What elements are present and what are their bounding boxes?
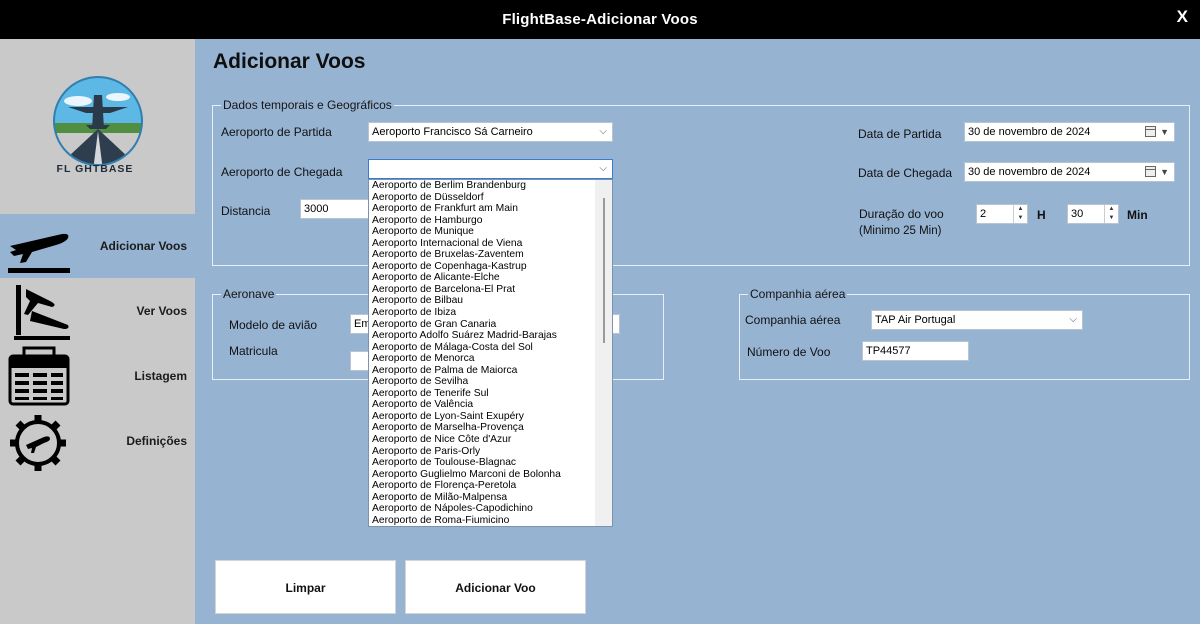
- arrival-date-label: Data de Chegada: [858, 166, 953, 180]
- arrival-airport-label: Aeroporto de Chegada: [221, 165, 343, 179]
- nav-adicionar-voos[interactable]: Adicionar Voos: [0, 214, 195, 278]
- arrival-airport-select[interactable]: ⌵: [368, 159, 613, 179]
- dropdown-option[interactable]: Aeroporto de Frankfurt am Main: [369, 203, 612, 215]
- chevron-down-icon: ⌵: [1069, 314, 1077, 325]
- stepper-up-icon[interactable]: ▲: [1014, 205, 1027, 214]
- logo-text: FL GHTBASE: [56, 163, 134, 175]
- departure-date-picker[interactable]: 30 de novembro de 2024 ▼: [964, 122, 1175, 142]
- departure-date-value: 30 de novembro de 2024: [968, 126, 1091, 138]
- duration-minutes-stepper[interactable]: 30 ▲ ▼: [1067, 204, 1119, 224]
- stepper-up-icon[interactable]: ▲: [1105, 205, 1118, 214]
- dropdown-option[interactable]: Aeroporto Guglielmo Marconi de Bolonha: [369, 469, 612, 481]
- dropdown-option[interactable]: Aeroporto de Copenhaga-Kastrup: [369, 261, 612, 273]
- nav-ver-voos[interactable]: Ver Voos: [0, 279, 195, 343]
- gear-airplane-icon: [10, 415, 66, 471]
- dropdown-option[interactable]: Aeroporto de Bilbau: [369, 295, 612, 307]
- dropdown-option[interactable]: Aeroporto de Gran Canaria: [369, 319, 612, 331]
- flight-number-input[interactable]: TP44577: [862, 341, 969, 361]
- departure-board-icon: [8, 346, 70, 406]
- departure-date-label: Data de Partida: [858, 127, 942, 141]
- clear-button[interactable]: Limpar: [215, 560, 396, 614]
- airline-label: Companhia aérea: [745, 313, 841, 327]
- duration-hours-stepper[interactable]: 2 ▲ ▼: [976, 204, 1028, 224]
- dropdown-option[interactable]: Aeroporto de Menorca: [369, 353, 612, 365]
- airplane-landing-icon: [14, 285, 70, 340]
- window-title: FlightBase-Adicionar Voos: [502, 11, 698, 28]
- dropdown-option[interactable]: Aeroporto Adolfo Suárez Madrid-Barajas: [369, 330, 612, 342]
- dropdown-arrow-icon: ▼: [1160, 127, 1169, 137]
- airplane-takeoff-icon: [8, 233, 70, 273]
- dropdown-option[interactable]: Aeroporto de Nápoles-Capodichino: [369, 503, 612, 515]
- distance-label: Distancia: [221, 204, 271, 218]
- dropdown-option[interactable]: Aeroporto de Palma de Maiorca: [369, 365, 612, 377]
- dropdown-option[interactable]: Aeroporto de Milão-Malpensa: [369, 492, 612, 504]
- nav-listagem[interactable]: Listagem: [0, 344, 195, 408]
- sidebar: FL GHTBASE Adicionar Voos Ver Voos Lista…: [0, 39, 195, 624]
- nav-label: Definições: [126, 434, 187, 448]
- distance-value: 3000: [304, 203, 329, 215]
- add-flight-button[interactable]: Adicionar Voo: [405, 560, 586, 614]
- page-title: Adicionar Voos: [213, 50, 366, 73]
- dropdown-scroll-thumb[interactable]: [603, 198, 605, 343]
- dropdown-option[interactable]: Aeroporto de Alicante-Elche: [369, 272, 612, 284]
- dropdown-option[interactable]: Aeroporto de Toulouse-Blagnac: [369, 457, 612, 469]
- flight-number-label: Número de Voo: [747, 345, 831, 359]
- nav-label: Listagem: [134, 369, 187, 383]
- dropdown-option[interactable]: Aeroporto de Málaga-Costa del Sol: [369, 342, 612, 354]
- flightbase-logo: [53, 76, 143, 166]
- calendar-icon[interactable]: [1145, 166, 1156, 177]
- duration-hint: (Minimo 25 Min): [859, 225, 942, 237]
- duration-hours-value: 2: [980, 208, 987, 220]
- duration-label: Duração do voo: [859, 207, 944, 221]
- departure-airport-label: Aeroporto de Partida: [221, 125, 332, 139]
- stepper-down-icon[interactable]: ▼: [1105, 214, 1118, 223]
- hours-unit-label: H: [1037, 208, 1046, 222]
- dropdown-option[interactable]: Aeroporto de Hamburgo: [369, 215, 612, 227]
- chevron-down-icon: ⌵: [599, 126, 607, 137]
- aircraft-group-legend: Aeronave: [221, 287, 277, 301]
- aircraft-model-label: Modelo de avião: [229, 318, 318, 332]
- dropdown-option[interactable]: Aeroporto de Nice Côte d'Azur: [369, 434, 612, 446]
- dropdown-option[interactable]: Aeroporto de Sevilha: [369, 376, 612, 388]
- nav-label: Adicionar Voos: [99, 239, 187, 253]
- airline-select[interactable]: TAP Air Portugal ⌵: [871, 310, 1083, 330]
- dropdown-option[interactable]: Aeroporto de Bruxelas-Zaventem: [369, 249, 612, 261]
- dropdown-arrow-icon: ▼: [1160, 167, 1169, 177]
- dropdown-option[interactable]: Aeroporto de Düsseldorf: [369, 192, 612, 204]
- departure-airport-select[interactable]: Aeroporto Francisco Sá Carneiro ⌵: [368, 122, 613, 142]
- geo-group-legend: Dados temporais e Geográficos: [221, 98, 394, 112]
- dropdown-option[interactable]: Aeroporto de Munique: [369, 226, 612, 238]
- departure-airport-value: Aeroporto Francisco Sá Carneiro: [372, 126, 533, 138]
- dropdown-option[interactable]: Aeroporto de Paris-Orly: [369, 446, 612, 458]
- dropdown-option[interactable]: Aeroporto de Lyon-Saint Exupéry: [369, 411, 612, 423]
- dropdown-option[interactable]: Aeroporto de Tenerife Sul: [369, 388, 612, 400]
- arrival-airport-dropdown-list[interactable]: Aeroporto de Berlim Brandenburg Aeroporto…: [368, 179, 613, 527]
- dropdown-option[interactable]: Aeroporto de Valência: [369, 399, 612, 411]
- distance-input[interactable]: 3000: [300, 199, 370, 219]
- stepper-down-icon[interactable]: ▼: [1014, 214, 1027, 223]
- dropdown-option[interactable]: Aeroporto de Florença-Peretola: [369, 480, 612, 492]
- airline-group: Companhia aérea: [739, 287, 1190, 380]
- dropdown-options: Aeroporto de Berlim Brandenburg Aeroporto…: [369, 180, 612, 526]
- arrival-date-picker[interactable]: 30 de novembro de 2024 ▼: [964, 162, 1175, 182]
- duration-minutes-value: 30: [1071, 208, 1084, 220]
- close-button[interactable]: X: [1177, 0, 1188, 33]
- airline-group-legend: Companhia aérea: [748, 287, 848, 301]
- arrival-date-value: 30 de novembro de 2024: [968, 166, 1091, 178]
- dropdown-option[interactable]: Aeroporto de Roma-Fiumicino: [369, 515, 612, 526]
- dropdown-option[interactable]: Aeroporto de Marselha-Provença: [369, 422, 612, 434]
- airline-value: TAP Air Portugal: [875, 314, 956, 326]
- dropdown-option[interactable]: Aeroporto de Berlim Brandenburg: [369, 180, 612, 192]
- registration-label: Matricula: [229, 344, 278, 358]
- minutes-unit-label: Min: [1127, 208, 1148, 222]
- flight-number-value: TP44577: [866, 345, 911, 357]
- nav-label: Ver Voos: [136, 304, 187, 318]
- dropdown-option[interactable]: Aeroporto Internacional de Viena: [369, 238, 612, 250]
- title-bar: FlightBase-Adicionar Voos X: [0, 0, 1200, 39]
- nav-definicoes[interactable]: Definições: [0, 409, 195, 473]
- dropdown-option[interactable]: Aeroporto de Barcelona-El Prat: [369, 284, 612, 296]
- calendar-icon[interactable]: [1145, 126, 1156, 137]
- dropdown-option[interactable]: Aeroporto de Ibiza: [369, 307, 612, 319]
- chevron-down-icon: ⌵: [599, 163, 607, 174]
